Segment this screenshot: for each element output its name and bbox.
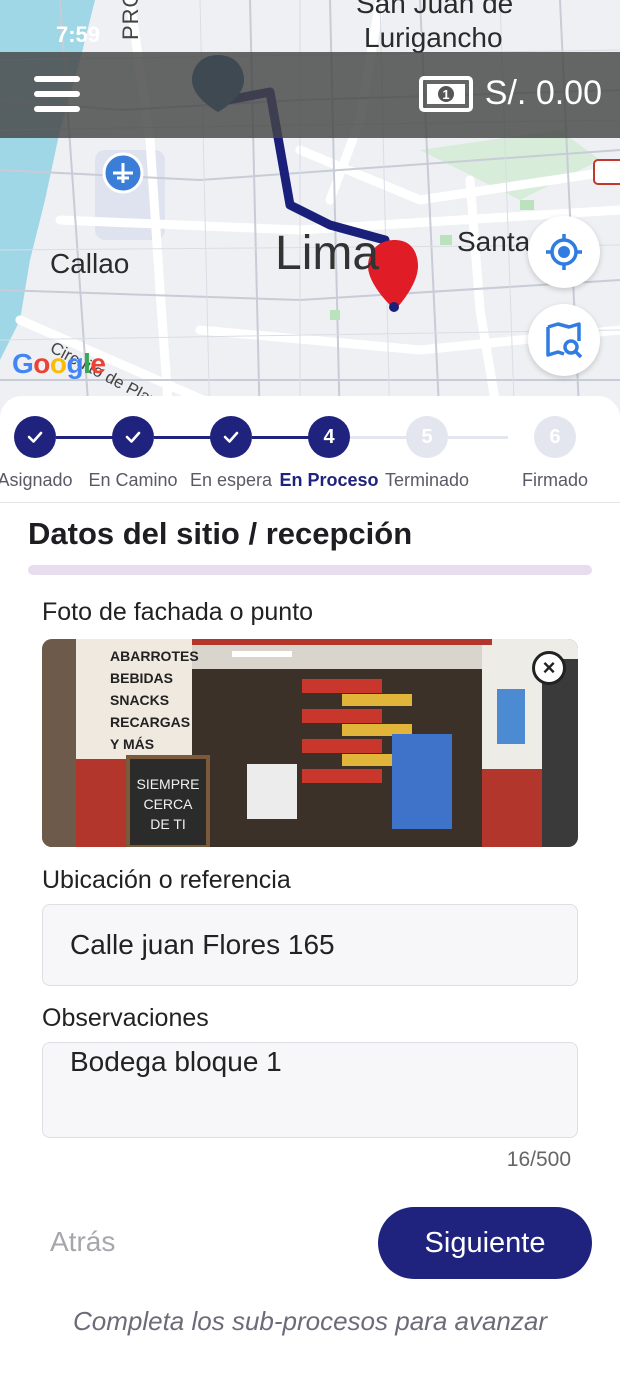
step-label: Terminado [384,470,470,490]
bottom-sheet: Asignado En Camino En espera 4 En Proces… [0,396,620,1384]
check-icon [14,416,56,458]
step-asignado: Asignado [0,416,85,491]
map-label-lima: Lima [275,227,380,280]
balance-display: 1 S/. 0.00 [418,74,602,113]
balance-amount: S/. 0.00 [484,74,602,112]
reference-input[interactable]: Calle juan Flores 165 [42,904,578,986]
sign-line: SNACKS [110,692,169,708]
board-line: DE TI [150,816,186,832]
google-logo: Google [12,348,106,379]
map-label-santa: Santa [457,226,531,257]
progress-stepper: Asignado En Camino En espera 4 En Proces… [0,416,620,490]
char-counter: 16/500 [506,1148,571,1171]
board-line: CERCA [143,796,193,812]
app-header: 1 S/. 0.00 [0,52,620,138]
observations-textarea[interactable]: Bodega bloque 1 [42,1042,578,1138]
map-view[interactable]: PROVIN San Juan de Lurigancho Callao Lim… [0,0,620,430]
storefront-photo[interactable]: ABARROTES BEBIDAS SNACKS RECARGAS Y MÁS … [42,639,578,847]
photo-label: Foto de fachada o punto [42,598,314,626]
step-label: En Camino [88,470,178,490]
map-label-callao: Callao [50,248,130,279]
back-button[interactable]: Atrás [50,1226,115,1258]
my-location-button[interactable] [528,216,600,288]
ref-label: Ubicación o referencia [42,866,291,894]
step-label: Asignado [0,470,73,490]
svg-text:1: 1 [442,87,449,102]
step-label: En espera [189,470,273,490]
close-icon[interactable]: × [532,651,566,685]
step-number: 4 [308,416,350,458]
hamburger-menu-icon[interactable] [34,76,80,116]
check-icon [210,416,252,458]
sign-line: RECARGAS [110,714,190,730]
sign-line: ABARROTES [110,648,199,664]
title-underline [28,565,592,575]
money-bill-icon: 1 [418,75,473,112]
step-label: Firmado [521,470,588,490]
status-bar: 7:59 [0,20,620,50]
crosshair-icon [546,234,582,270]
section-title: Datos del sitio / recepción [28,516,413,551]
sign-line: BEBIDAS [110,670,173,686]
step-terminado: 5 Terminado [377,416,477,491]
map-search-icon [546,322,583,359]
map-label-sj-line1: San Juan de [356,0,514,19]
map-search-button[interactable] [528,304,600,376]
hint-text: Completa los sub-procesos para avanzar [72,1306,548,1336]
step-number: 6 [534,416,576,458]
sign-line: Y MÁS [110,736,154,752]
storefront-image: ABARROTES BEBIDAS SNACKS RECARGAS Y MÁS … [42,639,578,847]
next-button[interactable]: Siguiente [378,1207,592,1279]
divider [0,502,620,503]
status-time: 7:59 [56,22,101,47]
step-en-proceso: 4 En Proceso [279,416,379,491]
step-en-espera: En espera [181,416,281,491]
check-icon [112,416,154,458]
step-firmado: 6 Firmado [505,416,605,491]
step-label: En Proceso [279,470,379,490]
obs-label: Observaciones [42,1004,209,1032]
step-number: 5 [406,416,448,458]
step-en-camino: En Camino [83,416,183,491]
board-line: SIEMPRE [136,776,199,792]
